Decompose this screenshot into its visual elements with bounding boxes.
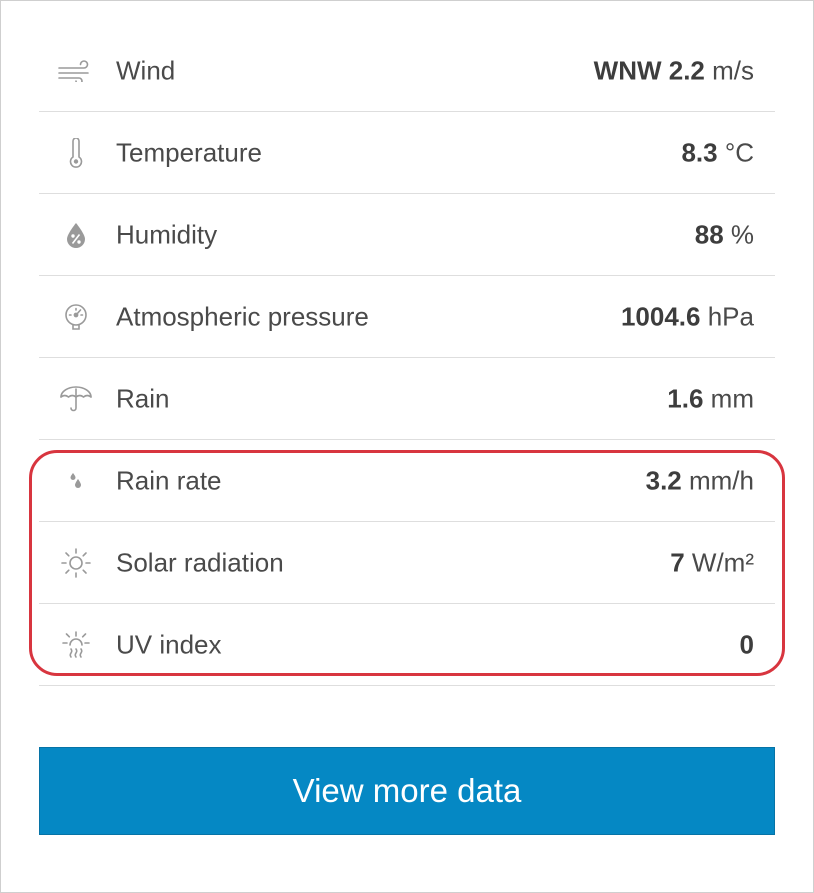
measurement-label: Rain rate [116, 465, 222, 495]
measurement-number: 1004.6 [620, 301, 701, 331]
measurement-label: Atmospheric pressure [116, 301, 369, 331]
humidity-drop-icon [57, 218, 95, 252]
measurement-unit: °C [717, 137, 754, 167]
measurement-label: Rain [116, 383, 170, 413]
thermometer-icon [57, 136, 95, 170]
measurement-row-pressure: Atmospheric pressure 1004.6 hPa [39, 276, 775, 358]
measurement-row-humidity: Humidity 88 % [39, 194, 775, 276]
view-more-data-button[interactable]: View more data [39, 747, 775, 835]
pressure-gauge-icon [57, 300, 95, 334]
uv-sun-icon [57, 628, 95, 662]
umbrella-icon [57, 382, 95, 416]
measurement-value: 1.6 mm [667, 383, 754, 414]
measurement-value: 88 % [695, 219, 754, 250]
measurement-value: 8.3 °C [681, 137, 754, 168]
rain-drops-icon [57, 464, 95, 498]
measurement-row-solar-radiation: Solar radiation 7 W/m² [39, 522, 775, 604]
measurement-label: Humidity [116, 219, 218, 249]
measurement-number: 7 [670, 547, 685, 577]
measurement-value: WNW 2.2 m/s [594, 55, 754, 86]
measurement-unit: mm/h [681, 465, 754, 495]
measurement-number: WNW 2.2 [593, 55, 705, 85]
measurement-unit: % [723, 219, 754, 249]
measurement-number: 1.6 [667, 383, 704, 413]
measurement-unit: hPa [700, 301, 754, 331]
measurement-row-rain: Rain 1.6 mm [39, 358, 775, 440]
measurement-row-uv-index: UV index 0 [39, 604, 775, 686]
measurement-number: 0 [739, 629, 754, 659]
measurement-number: 3.2 [645, 465, 682, 495]
measurement-unit: m/s [704, 55, 754, 85]
measurement-value: 0 [740, 629, 754, 660]
measurement-row-wind: Wind WNW 2.2 m/s [39, 30, 775, 112]
measurement-label: Temperature [116, 137, 262, 167]
measurement-unit: W/m² [684, 547, 754, 577]
measurement-value: 1004.6 hPa [621, 301, 754, 332]
measurement-number: 8.3 [681, 137, 718, 167]
measurement-unit: mm [703, 383, 754, 413]
measurement-label: Solar radiation [116, 547, 284, 577]
measurement-number: 88 [694, 219, 724, 249]
measurement-value: 7 W/m² [670, 547, 754, 578]
measurement-label: UV index [116, 629, 222, 659]
measurement-row-rain-rate: Rain rate 3.2 mm/h [39, 440, 775, 522]
measurement-row-temperature: Temperature 8.3 °C [39, 112, 775, 194]
sun-icon [57, 546, 95, 580]
measurement-label: Wind [116, 55, 176, 85]
measurement-list: Wind WNW 2.2 m/s Temperature 8.3 °C Humi… [39, 30, 775, 686]
wind-icon [57, 54, 95, 88]
measurement-value: 3.2 mm/h [646, 465, 754, 496]
weather-data-card: Wind WNW 2.2 m/s Temperature 8.3 °C Humi… [0, 0, 814, 893]
